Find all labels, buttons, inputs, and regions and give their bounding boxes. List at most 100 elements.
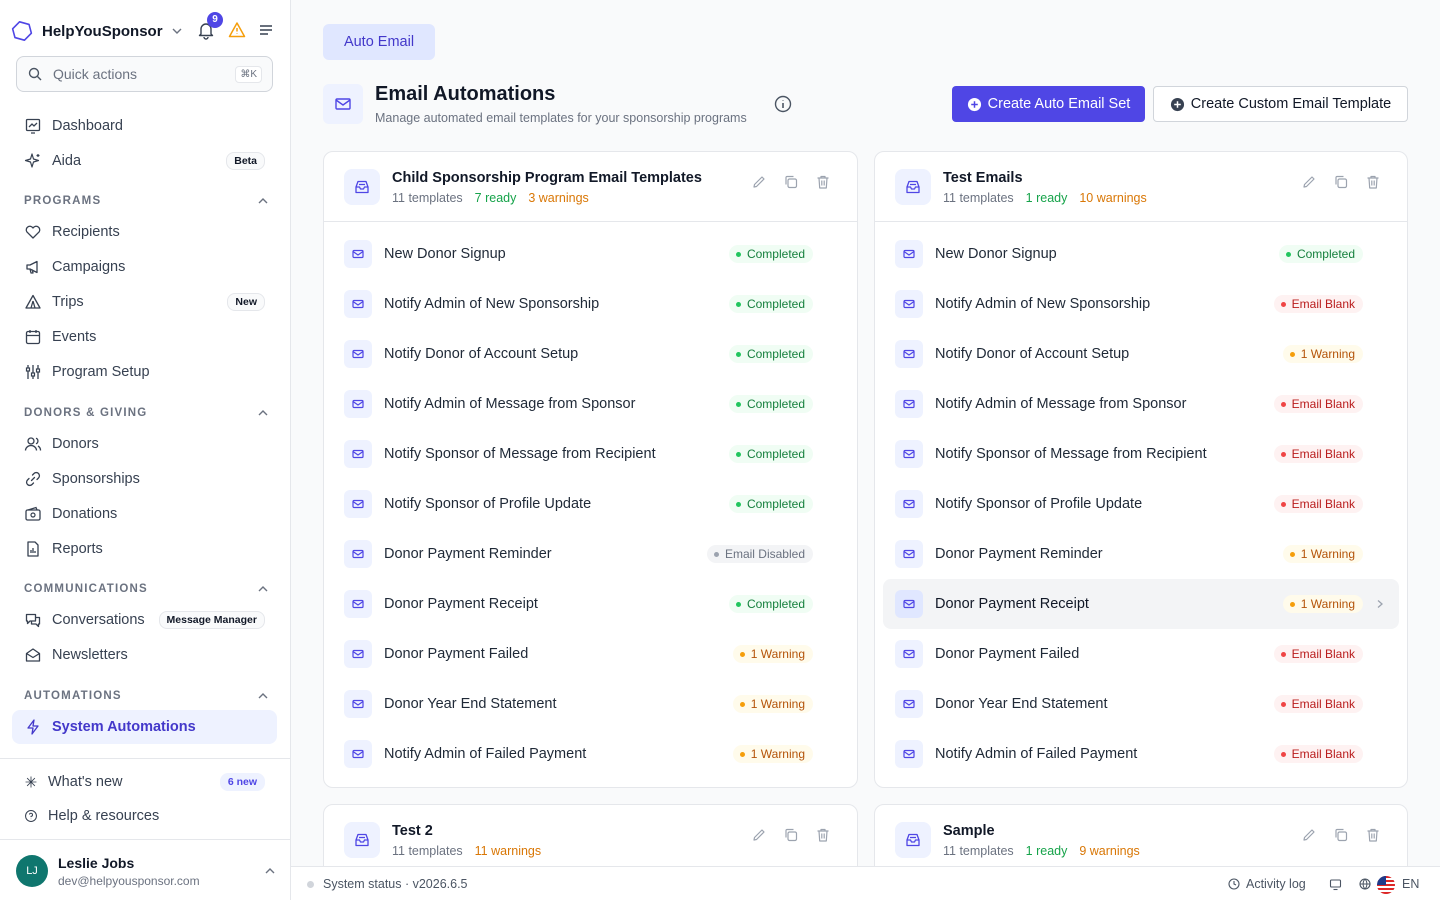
- envelope-icon: [903, 499, 915, 509]
- ready-count: 7 ready: [474, 191, 517, 205]
- status-label: Email Blank: [1291, 397, 1355, 411]
- status-label: 1 Warning: [750, 647, 805, 661]
- template-row[interactable]: Notify Admin of New Sponsorship Email Bla…: [875, 279, 1407, 329]
- status-dot: [1280, 451, 1286, 457]
- template-row[interactable]: Notify Sponsor of Message from Recipient…: [324, 429, 857, 479]
- tab-auto-email[interactable]: Auto Email: [323, 24, 435, 60]
- warning-icon[interactable]: [228, 21, 246, 39]
- copy-icon[interactable]: [1333, 174, 1349, 190]
- template-row[interactable]: Donor Payment Reminder Email Disabled: [324, 529, 857, 579]
- monitor-icon[interactable]: [1329, 878, 1342, 891]
- whats-new-count-badge: 6 new: [219, 773, 265, 791]
- chevron-up-icon[interactable]: [257, 407, 269, 419]
- edit-icon[interactable]: [751, 827, 767, 843]
- user-profile[interactable]: LJ Leslie Jobs dev@helpyousponsor.com: [16, 853, 276, 889]
- template-row[interactable]: Donor Payment Receipt Completed: [324, 579, 857, 629]
- copy-icon[interactable]: [1333, 827, 1349, 843]
- trash-icon[interactable]: [1365, 827, 1381, 843]
- sidebar-item-system-automations[interactable]: System Automations: [12, 710, 277, 744]
- edit-icon[interactable]: [1301, 827, 1317, 843]
- template-row[interactable]: Donor Payment Reminder 1 Warning: [875, 529, 1407, 579]
- chevron-up-icon[interactable]: [257, 690, 269, 702]
- trash-icon[interactable]: [1365, 174, 1381, 190]
- system-status[interactable]: System status · v2026.6.5: [323, 877, 468, 891]
- template-row[interactable]: Notify Sponsor of Profile Update Email Bl…: [875, 479, 1407, 529]
- info-icon[interactable]: [773, 94, 793, 114]
- template-row[interactable]: Notify Admin of New Sponsorship Completed: [324, 279, 857, 329]
- status-badge: Completed: [728, 245, 813, 263]
- template-row[interactable]: New Donor Signup Completed: [324, 229, 857, 279]
- sidebar-item-sponsorships[interactable]: Sponsorships: [12, 462, 277, 496]
- template-name: Donor Payment Receipt: [384, 596, 538, 612]
- sidebar-divider: [0, 839, 290, 840]
- sidebar-item-campaigns[interactable]: Campaigns: [12, 250, 277, 284]
- template-row[interactable]: New Donor Signup Completed: [875, 229, 1407, 279]
- template-row[interactable]: Notify Admin of Failed Payment 1 Warning: [324, 729, 857, 779]
- template-row[interactable]: Notify Admin of Failed Payment Email Blan…: [875, 729, 1407, 779]
- section-header-automations[interactable]: AUTOMATIONS: [24, 690, 269, 702]
- envelope-icon: [335, 98, 351, 110]
- trash-icon[interactable]: [815, 827, 831, 843]
- edit-icon[interactable]: [1301, 174, 1317, 190]
- sidebar-item-donations[interactable]: Donations: [12, 497, 277, 531]
- sidebar-item-newsletters[interactable]: Newsletters: [12, 638, 277, 672]
- sidebar-item-whats-new[interactable]: What's new 6 new: [12, 765, 277, 799]
- quick-actions-search[interactable]: Quick actions ⌘K: [16, 56, 273, 92]
- status-label: Email Blank: [1291, 697, 1355, 711]
- template-row[interactable]: Notify Admin of Message from Sponsor Emai…: [875, 379, 1407, 429]
- template-row[interactable]: Notify Donor of Account Setup Completed: [324, 329, 857, 379]
- copy-icon[interactable]: [783, 174, 799, 190]
- status-label: Completed: [746, 497, 805, 511]
- sidebar-item-aida[interactable]: Aida Beta: [12, 144, 277, 178]
- sidebar-divider: [0, 758, 290, 759]
- template-row[interactable]: Notify Admin of Message from Sponsor Comp…: [324, 379, 857, 429]
- status-dot: [1280, 701, 1286, 707]
- copy-icon[interactable]: [783, 827, 799, 843]
- template-row[interactable]: Donor Year End Statement 1 Warning: [324, 679, 857, 729]
- chevron-up-icon[interactable]: [257, 195, 269, 207]
- chevron-right-icon[interactable]: [1375, 599, 1385, 609]
- globe-icon[interactable]: [1359, 878, 1371, 890]
- inbox-icon: [906, 833, 920, 847]
- megaphone-icon: [26, 260, 38, 274]
- sidebar-item-trips[interactable]: Trips New: [12, 285, 277, 319]
- sidebar-item-label: Sponsorships: [52, 471, 140, 487]
- activity-log-link[interactable]: Activity log: [1228, 877, 1306, 891]
- language-selector[interactable]: EN: [1402, 877, 1419, 891]
- sidebar-item-dashboard[interactable]: Dashboard: [12, 109, 277, 143]
- sidebar-item-help-resources[interactable]: Help & resources: [12, 799, 277, 833]
- chevron-up-icon[interactable]: [264, 865, 276, 877]
- template-row[interactable]: Notify Sponsor of Message from Recipient…: [875, 429, 1407, 479]
- sidebar-item-events[interactable]: Events: [12, 320, 277, 354]
- card-meta: 11 templates 11 warnings: [392, 844, 541, 858]
- status-label: Email Blank: [1291, 747, 1355, 761]
- chevron-down-icon[interactable]: [171, 25, 183, 37]
- template-row[interactable]: Donor Payment Failed 1 Warning: [324, 629, 857, 679]
- template-count: 11 templates: [392, 844, 463, 858]
- section-header-donors-giving[interactable]: DONORS & GIVING: [24, 407, 269, 419]
- section-header-programs[interactable]: PROGRAMS: [24, 195, 269, 207]
- template-row[interactable]: Donor Payment Failed Email Blank: [875, 629, 1407, 679]
- menu-icon[interactable]: [258, 22, 274, 38]
- create-custom-email-template-button[interactable]: Create Custom Email Template: [1153, 86, 1408, 122]
- heart-icon: [25, 225, 41, 239]
- sidebar-item-donors[interactable]: Donors: [12, 427, 277, 461]
- template-row[interactable]: Donor Payment Receipt 1 Warning: [883, 579, 1399, 629]
- template-row[interactable]: Donor Year End Statement Email Blank: [875, 679, 1407, 729]
- template-name: Donor Payment Failed: [384, 646, 529, 662]
- us-flag-icon[interactable]: [1377, 876, 1395, 894]
- brand-name[interactable]: HelpYouSponsor: [42, 23, 163, 40]
- edit-icon[interactable]: [751, 174, 767, 190]
- template-row[interactable]: Notify Donor of Account Setup 1 Warning: [875, 329, 1407, 379]
- create-auto-email-set-button[interactable]: Create Auto Email Set: [952, 86, 1145, 122]
- sidebar-item-conversations[interactable]: Conversations Message Manager: [12, 603, 277, 637]
- chevron-up-icon[interactable]: [257, 583, 269, 595]
- section-header-communications[interactable]: COMMUNICATIONS: [24, 583, 269, 595]
- envelope-icon: [352, 649, 364, 659]
- sidebar-item-program-setup[interactable]: Program Setup: [12, 355, 277, 389]
- trash-icon[interactable]: [815, 174, 831, 190]
- template-row[interactable]: Notify Sponsor of Profile Update Complete…: [324, 479, 857, 529]
- sidebar-item-recipients[interactable]: Recipients: [12, 215, 277, 249]
- sidebar-item-reports[interactable]: Reports: [12, 532, 277, 566]
- status-badge: 1 Warning: [732, 645, 813, 663]
